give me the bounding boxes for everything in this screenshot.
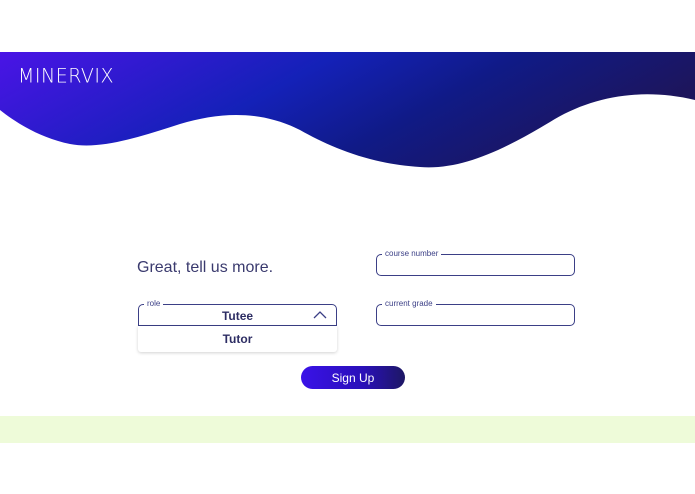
chevron-up-icon[interactable] <box>313 310 327 319</box>
current-grade-field[interactable]: current grade <box>376 298 575 326</box>
sign-up-button[interactable]: Sign Up <box>301 366 405 389</box>
role-dropdown-menu: Tutor <box>138 326 337 352</box>
role-option-tutor[interactable]: Tutor <box>138 332 337 346</box>
course-number-field[interactable]: course number <box>376 248 575 276</box>
current-grade-label: current grade <box>382 298 436 310</box>
course-number-label: course number <box>382 248 442 260</box>
role-select[interactable]: role Tutee <box>138 298 337 326</box>
role-selected-value: Tutee <box>221 309 254 323</box>
footer-band <box>0 416 695 443</box>
app-logo[interactable]: MINERVIX <box>18 64 114 87</box>
page-title: Great, tell us more. <box>137 259 274 276</box>
